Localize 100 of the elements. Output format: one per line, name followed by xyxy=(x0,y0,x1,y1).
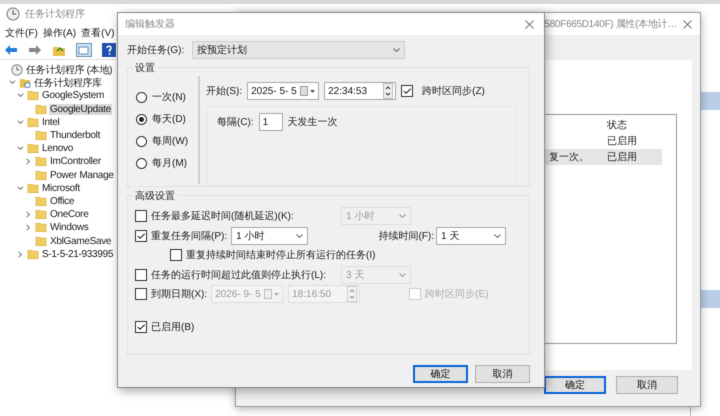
tree-item[interactable]: GoogleUpdate xyxy=(49,104,112,115)
duration-dropdown[interactable]: 1 天 xyxy=(436,226,506,244)
menu-item[interactable]: 文件(F) xyxy=(5,26,38,40)
tree-item[interactable]: XblGameSave xyxy=(49,236,112,247)
tree-item[interactable]: Office xyxy=(49,196,76,207)
radio-label: 每周(W) xyxy=(152,135,188,148)
repeat-interval-dropdown[interactable]: 1 小时 xyxy=(231,226,308,244)
folder-icon xyxy=(27,116,39,128)
start-task-dropdown[interactable]: 按预定计划 xyxy=(192,41,405,59)
interval-input[interactable]: 1 xyxy=(258,113,283,131)
menu-item[interactable]: 查看(V) xyxy=(81,26,114,40)
date-field[interactable]: 2025- 5- 5 xyxy=(247,82,320,100)
folder-clock-icon xyxy=(19,76,31,89)
radio-button[interactable] xyxy=(136,136,147,146)
chevron-down-icon[interactable] xyxy=(9,79,16,86)
checkbox-label: 跨时区同步(E) xyxy=(425,288,488,301)
chevron-down-icon[interactable] xyxy=(17,145,24,152)
time-field[interactable]: 22:34:53 xyxy=(324,82,396,100)
radio-label: 一次(N) xyxy=(152,91,186,104)
field-label: 开始任务(G): xyxy=(127,44,186,57)
checkbox[interactable] xyxy=(135,288,147,300)
folder-icon xyxy=(35,209,47,220)
checkbox[interactable] xyxy=(401,85,414,97)
caret-icon xyxy=(494,234,501,238)
close-icon[interactable] xyxy=(525,20,534,28)
group-title: 高级设置 xyxy=(133,189,177,203)
field-label: 持续时间(F): xyxy=(378,230,434,242)
tree-item[interactable]: Power Manage xyxy=(49,170,115,181)
folder-icon xyxy=(27,248,39,260)
checkbox-label: 重复任务间隔(P): xyxy=(151,230,228,242)
tree-item[interactable]: S-1-5-21-933995 xyxy=(41,248,114,260)
field-label: 每隔(C): xyxy=(217,116,254,129)
ok-button[interactable]: 确定 xyxy=(413,365,468,383)
tree-item[interactable]: Lenovo xyxy=(41,143,74,154)
checkbox-label: 已启用(B) xyxy=(151,320,194,334)
table-cell: 已启用 xyxy=(607,152,637,163)
chevron-right-icon[interactable] xyxy=(17,250,24,258)
caret-icon xyxy=(393,48,400,52)
chevron-right-icon[interactable] xyxy=(25,211,32,218)
field-label: 开始(S): xyxy=(206,85,242,98)
clock-icon xyxy=(11,64,23,76)
checkbox[interactable] xyxy=(135,230,147,242)
folder-icon xyxy=(35,156,47,168)
chevron-right-icon[interactable] xyxy=(25,158,32,166)
radio-button[interactable] xyxy=(136,92,147,102)
checkbox[interactable] xyxy=(135,320,147,332)
radio-button[interactable] xyxy=(136,158,147,168)
folder-icon xyxy=(35,222,47,234)
folder-icon xyxy=(35,236,47,247)
ok-button[interactable]: 确定 xyxy=(544,376,606,394)
tree-item[interactable]: 任务计划程序库 xyxy=(33,76,103,90)
caret-icon xyxy=(399,272,406,276)
menu-item[interactable]: 操作(A) xyxy=(42,26,76,40)
help-icon[interactable] xyxy=(102,43,116,57)
forward-arrow-icon[interactable] xyxy=(28,44,42,56)
folder-icon xyxy=(27,182,39,194)
checkbox-label: 跨时区同步(Z) xyxy=(422,84,485,98)
panel-icon[interactable] xyxy=(76,43,92,57)
tree-item[interactable]: Intel xyxy=(41,116,60,128)
tree-item[interactable]: Thunderbolt xyxy=(49,130,102,142)
folder-icon xyxy=(35,170,47,181)
radio-button[interactable] xyxy=(136,114,147,124)
chevron-right-icon[interactable] xyxy=(25,224,32,232)
tree-item[interactable]: ImController xyxy=(49,156,102,168)
checkbox[interactable] xyxy=(170,249,182,261)
back-arrow-icon[interactable] xyxy=(4,44,18,56)
spinner-icon[interactable] xyxy=(383,83,394,99)
chevron-down-icon[interactable] xyxy=(17,184,24,192)
clock-icon xyxy=(6,7,20,21)
chevron-down-icon[interactable] xyxy=(17,118,24,126)
folder-icon xyxy=(35,196,47,207)
tree-item[interactable]: Microsoft xyxy=(41,182,81,194)
tree-item[interactable]: 任务计划程序 (本地) xyxy=(25,62,114,77)
column-header[interactable]: 状态 xyxy=(603,118,676,132)
checkbox-label: 任务的运行时间超过此值则停止执行(L): xyxy=(151,268,327,282)
checkbox-label: 到期日期(X): xyxy=(151,288,208,301)
checkbox-label: 任务最多延迟时间(随机延迟)(K): xyxy=(151,210,295,223)
tree-item[interactable]: GoogleSystem xyxy=(41,90,105,102)
calendar-icon[interactable] xyxy=(300,86,316,96)
tree-item[interactable]: Windows xyxy=(49,222,90,234)
folder-icon xyxy=(35,130,47,142)
radio-label: 每月(M) xyxy=(152,157,187,170)
cancel-button[interactable]: 取消 xyxy=(475,365,530,383)
table-cell: 已启用 xyxy=(607,136,637,147)
chevron-down-icon[interactable] xyxy=(17,92,24,100)
checkbox[interactable] xyxy=(135,210,147,222)
close-icon[interactable] xyxy=(683,20,692,28)
tree-item[interactable]: OneCore xyxy=(49,209,90,220)
cancel-button[interactable]: 取消 xyxy=(616,376,678,394)
table-cell: 复一次。 xyxy=(549,152,589,163)
folder-icon xyxy=(27,90,39,102)
folder-icon xyxy=(35,104,47,115)
window-title: 任务计划程序 xyxy=(25,8,85,21)
group-title: 设置 xyxy=(133,61,157,75)
field-suffix: 天发生一次 xyxy=(288,116,338,129)
dialog-title: 编辑触发器 xyxy=(125,18,175,31)
checkbox-label: 重复持续时间结束时停止所有运行的任务(I) xyxy=(186,248,376,262)
caret-icon xyxy=(399,214,406,218)
checkbox[interactable] xyxy=(135,268,147,280)
radio-label: 每天(D) xyxy=(152,113,186,126)
